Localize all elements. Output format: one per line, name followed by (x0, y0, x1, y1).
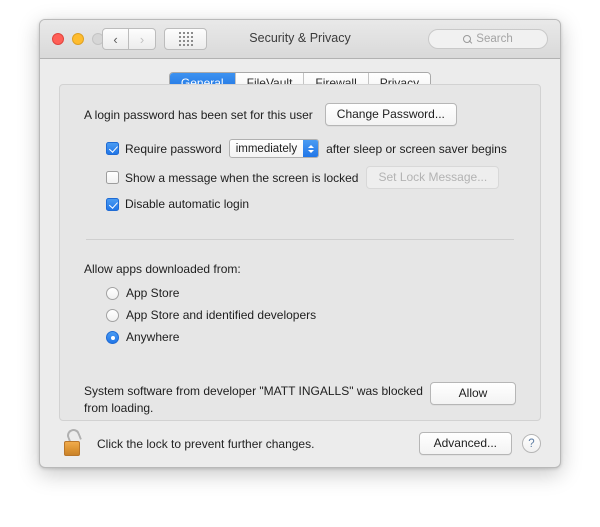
advanced-button[interactable]: Advanced... (418, 432, 512, 455)
gatekeeper-option-app-store[interactable]: App Store (106, 286, 516, 300)
blocked-software-row: System software from developer "MATT ING… (84, 382, 516, 415)
allow-button[interactable]: Allow (430, 382, 516, 405)
require-password-label: Require password (125, 141, 222, 156)
gatekeeper-option-anywhere[interactable]: Anywhere (106, 330, 516, 344)
gatekeeper-option-identified-developers[interactable]: App Store and identified developers (106, 308, 516, 322)
lock-message-checkbox[interactable] (106, 171, 119, 184)
lock-message-label: Show a message when the screen is locked (125, 170, 359, 185)
lock-bar: Click the lock to prevent further change… (40, 420, 560, 467)
set-lock-message-button[interactable]: Set Lock Message... (366, 166, 500, 189)
require-password-checkbox[interactable] (106, 142, 119, 155)
unlocked-padlock-icon[interactable] (61, 426, 87, 459)
security-privacy-window: ‹ › Security & Privacy Search General Fi… (39, 19, 561, 468)
search-icon (463, 34, 472, 44)
chevron-updown-icon (303, 140, 319, 157)
require-password-suffix: after sleep or screen saver begins (326, 141, 507, 156)
radio-app-store-label: App Store (126, 286, 180, 300)
radio-anywhere[interactable] (106, 330, 119, 344)
window-toolbar: ‹ › Security & Privacy Search (40, 20, 560, 59)
radio-anywhere-label: Anywhere (126, 330, 180, 344)
login-password-status: A login password has been set for this u… (84, 107, 313, 122)
radio-app-store[interactable] (106, 286, 119, 300)
blocked-software-text-line1: System software from developer "MATT ING… (84, 384, 423, 398)
disable-auto-login-checkbox[interactable] (106, 197, 119, 211)
gatekeeper-heading: Allow apps downloaded from: (84, 262, 241, 276)
password-interval-popup[interactable]: immediately (228, 139, 320, 158)
change-password-button[interactable]: Change Password... (324, 103, 457, 126)
radio-identified-developers-label: App Store and identified developers (126, 308, 317, 322)
require-password-row: Require password immediately after sleep… (106, 139, 516, 158)
login-password-row: A login password has been set for this u… (84, 103, 516, 126)
help-button[interactable]: ? (522, 434, 541, 453)
radio-identified-developers[interactable] (106, 308, 119, 322)
lock-message-row: Show a message when the screen is locked… (106, 166, 516, 189)
disable-auto-login-row: Disable automatic login (106, 197, 516, 211)
general-settings-panel: A login password has been set for this u… (59, 84, 541, 421)
search-placeholder: Search (476, 33, 513, 45)
disable-auto-login-label: Disable automatic login (125, 197, 250, 211)
password-interval-value: immediately (235, 142, 298, 155)
lock-status-text: Click the lock to prevent further change… (97, 436, 315, 451)
search-input[interactable]: Search (428, 29, 548, 49)
section-divider (86, 239, 514, 240)
blocked-software-text-line2: from loading. (84, 401, 154, 415)
